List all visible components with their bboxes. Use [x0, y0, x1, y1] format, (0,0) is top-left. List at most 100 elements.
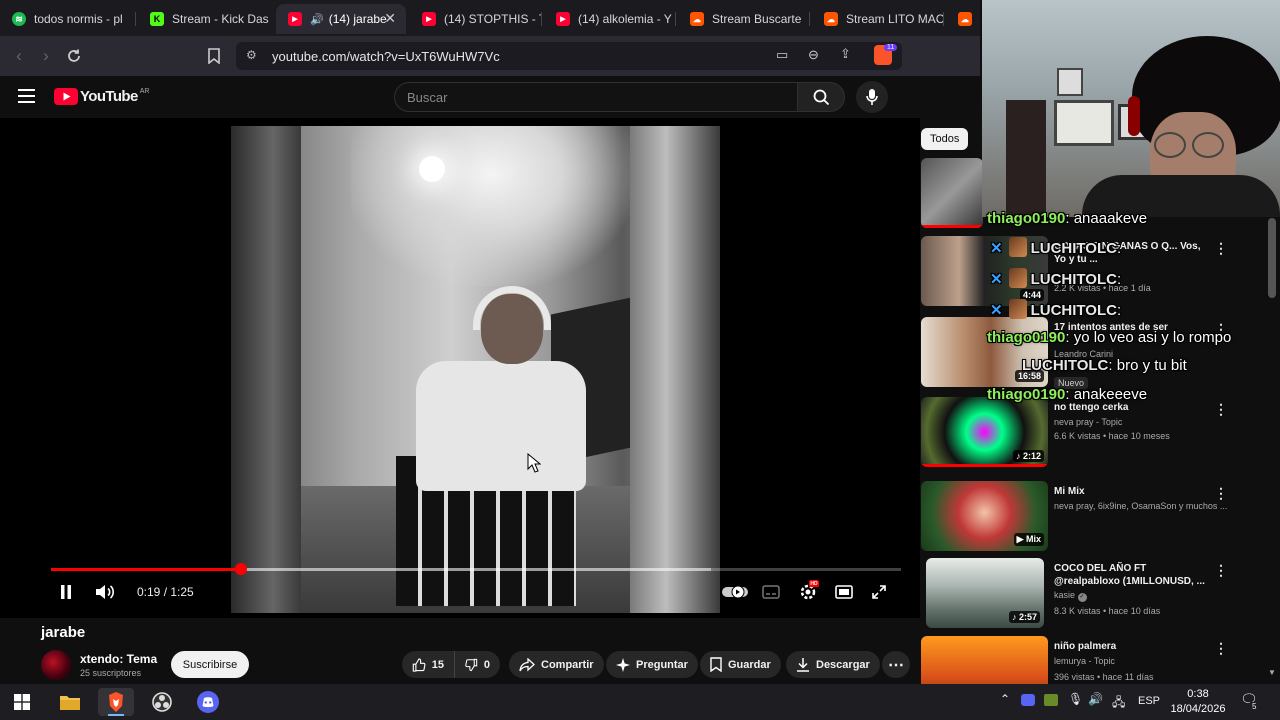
recommendation-item[interactable]: ▶ Mix Mi Mix neva pray, 6ix9ine, OsamaSo…: [921, 481, 1261, 553]
channel-name[interactable]: xtendo: Tema: [80, 652, 157, 666]
search-box[interactable]: [394, 82, 798, 112]
back-icon[interactable]: ‹: [7, 44, 31, 68]
ask-button[interactable]: Preguntar: [606, 651, 698, 678]
more-vertical-icon[interactable]: ⋮: [1214, 562, 1228, 579]
download-button[interactable]: Descargar: [786, 651, 880, 678]
chat-message: thiago0190: yo lo veo asi y lo rompo: [987, 329, 1232, 346]
like-button[interactable]: 15: [402, 651, 454, 678]
recommendation-channel[interactable]: lemurya - Topic: [1054, 656, 1115, 666]
pause-button[interactable]: [55, 580, 77, 604]
windows-taskbar: ⌃ 🎙 🔊 🖧 ESP 0:38 18/04/2026 🗨 5: [0, 684, 1280, 720]
recommendation-title[interactable]: niño palmera: [1054, 640, 1214, 653]
chip-all[interactable]: Todos: [921, 128, 969, 150]
recommendation-channel[interactable]: kasie ✓: [1054, 590, 1087, 602]
browser-tab-kick[interactable]: K Stream - Kick Das: [138, 4, 274, 34]
obs-taskbar-button[interactable]: [144, 688, 180, 716]
browser-tab-stopthis[interactable]: ▶ (14) STOPTHIS - T: [410, 4, 542, 34]
settings-button[interactable]: HD: [796, 580, 820, 604]
kick-icon: K: [150, 12, 164, 26]
recommendation-item[interactable]: ♪ 2:12 no ttengo cerka neva pray - Topic…: [921, 397, 1261, 469]
more-vertical-icon[interactable]: ⋮: [1214, 401, 1228, 418]
sidebar-scrollbar[interactable]: [1268, 218, 1276, 298]
more-vertical-icon[interactable]: ⋮: [1214, 485, 1228, 502]
subtitles-button[interactable]: [760, 580, 782, 604]
start-button[interactable]: [4, 688, 40, 716]
channel-avatar[interactable]: [41, 650, 71, 680]
recommendation-item[interactable]: 16:58 17 intentos antes de ser Leandro C…: [921, 317, 1261, 389]
mouse-cursor-icon: [527, 453, 541, 473]
download-label: Descargar: [816, 658, 870, 671]
recommendation-item[interactable]: niño palmera lemurya - Topic 396 vistas …: [921, 636, 1261, 684]
soundcloud-icon: ☁: [958, 12, 972, 26]
speaker-icon[interactable]: 🔊: [310, 13, 324, 26]
browser-tab-alkolemia[interactable]: ▶ (14) alkolemia - Y: [544, 4, 676, 34]
recommendation-item[interactable]: ♪ 2:57 COCO DEL AÑO FT @realpabloxo (1MI…: [921, 558, 1261, 630]
video-thumbnail[interactable]: 16:58: [921, 317, 1048, 387]
zoom-icon[interactable]: ⊖: [808, 47, 819, 63]
fullscreen-button[interactable]: [868, 580, 890, 604]
language-indicator[interactable]: ESP: [1138, 695, 1160, 707]
site-settings-icon[interactable]: ⚙: [246, 48, 257, 62]
ask-label: Preguntar: [636, 658, 688, 671]
cast-icon[interactable]: ▭: [776, 47, 788, 63]
url-text[interactable]: youtube.com/watch?v=UxT6WuHW7Vc: [272, 49, 500, 64]
volume-tray-icon[interactable]: 🔊: [1088, 692, 1103, 706]
recommendation-channel[interactable]: neva pray - Topic: [1054, 417, 1122, 427]
more-actions-button[interactable]: ⋯: [882, 651, 910, 678]
search-input[interactable]: [395, 83, 797, 111]
scrubber-handle[interactable]: [234, 563, 247, 575]
menu-icon[interactable]: [18, 89, 36, 108]
tray-app-icon[interactable]: [1044, 694, 1058, 706]
subscribe-button[interactable]: Suscribirse: [171, 651, 249, 678]
clock[interactable]: 0:38 18/04/2026: [1168, 687, 1228, 717]
youtube-logo[interactable]: YouTube AR: [54, 88, 149, 105]
share-icon[interactable]: ⇪: [840, 46, 851, 62]
dislike-button[interactable]: 0: [454, 651, 500, 678]
video-frame[interactable]: [231, 126, 720, 613]
more-vertical-icon[interactable]: ⋮: [1214, 240, 1228, 257]
bookmark-icon[interactable]: [202, 44, 226, 68]
network-icon[interactable]: 🖧: [1112, 693, 1125, 714]
browser-tab-buscarte[interactable]: ☁ Stream Buscarte: [678, 4, 810, 34]
volume-button[interactable]: [93, 580, 117, 604]
recommendation-meta: 6.6 K vistas • hace 10 meses: [1054, 431, 1170, 441]
volume-icon: [96, 585, 115, 599]
browser-tab-spotify[interactable]: ≋ todos normis - pl: [0, 4, 136, 34]
brave-taskbar-button[interactable]: [98, 688, 134, 716]
microphone-tray-icon[interactable]: 🎙: [1068, 692, 1083, 706]
scroll-down-icon[interactable]: ▼: [1268, 668, 1276, 677]
theater-mode-button[interactable]: [832, 580, 856, 604]
recommendation-title[interactable]: Mi Mix: [1054, 485, 1214, 498]
pause-icon: [61, 585, 71, 599]
video-player[interactable]: 0:19 / 1:25 HD: [0, 118, 920, 618]
tray-overflow-icon[interactable]: ⌃: [1000, 692, 1010, 706]
voice-search-button[interactable]: [856, 81, 888, 113]
video-thumbnail[interactable]: ♪ 2:12: [921, 397, 1048, 467]
browser-tab-lito-mac[interactable]: ☁ Stream LITO MAC: [812, 4, 944, 34]
forward-icon[interactable]: ›: [34, 44, 58, 68]
file-explorer-taskbar-button[interactable]: [52, 688, 88, 716]
recommendation-channel[interactable]: neva pray, 6ix9ine, OsamaSon y muchos ..…: [1054, 501, 1227, 511]
video-thumbnail[interactable]: ♪ 2:57: [926, 558, 1044, 628]
close-tab-icon[interactable]: ✕: [384, 10, 396, 27]
save-button[interactable]: Guardar: [700, 651, 781, 678]
browser-tab-soundcloud[interactable]: ☁: [946, 4, 980, 34]
video-thumbnail[interactable]: [921, 636, 1048, 684]
more-vertical-icon[interactable]: ⋮: [1214, 640, 1228, 657]
discord-taskbar-button[interactable]: [190, 688, 226, 716]
discord-tray-icon[interactable]: [1021, 694, 1035, 706]
video-thumbnail[interactable]: ▶ Mix: [921, 481, 1048, 551]
played-bar: [51, 568, 241, 571]
reload-icon[interactable]: [62, 44, 86, 68]
download-icon: [797, 658, 809, 672]
dislike-count: 0: [483, 658, 490, 671]
recommendation-meta: 8.3 K vistas • hace 10 días: [1054, 606, 1161, 616]
autoplay-toggle[interactable]: [722, 580, 748, 604]
recommendation-title[interactable]: COCO DEL AÑO FT @realpabloxo (1MILLONUSD…: [1054, 562, 1214, 588]
video-thumbnail[interactable]: [921, 158, 983, 228]
progress-bar[interactable]: [51, 563, 901, 575]
address-bar[interactable]: ⚙ youtube.com/watch?v=UxT6WuHW7Vc ▭ ⊖ ⇪ …: [236, 42, 902, 70]
share-button[interactable]: Compartir: [509, 651, 604, 678]
browser-tab-jarabe[interactable]: ▶ 🔊 (14) jarabe ✕: [276, 4, 406, 34]
search-button[interactable]: [797, 82, 845, 112]
